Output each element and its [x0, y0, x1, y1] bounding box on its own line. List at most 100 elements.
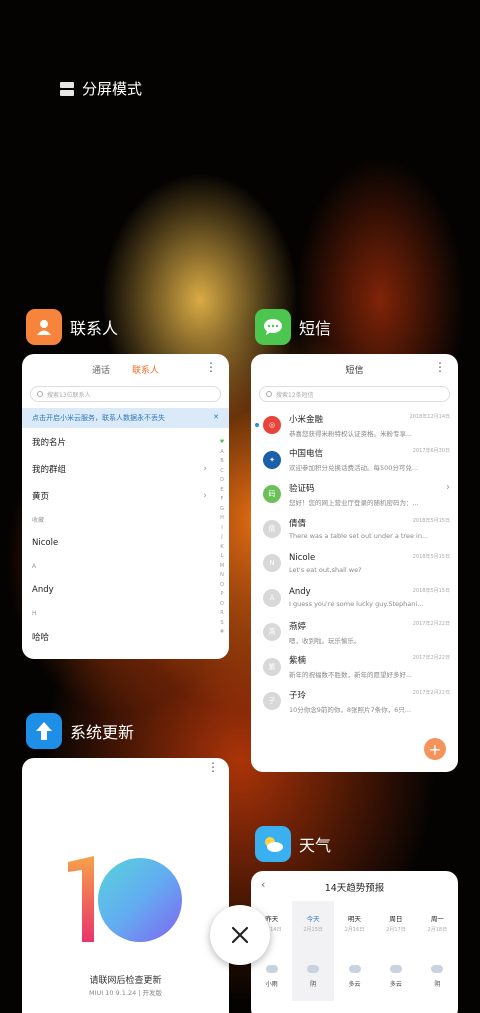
contacts-app-card[interactable]: 通话 联系人 ⋮ 搜索13位联系人 点击开启小米云服务，联系人数据永不丢失 ✕ … — [22, 354, 229, 659]
alphabet-letter[interactable]: B — [218, 457, 226, 467]
message-row[interactable]: 码验证码 › 您好！您的网上营业厅登录的随机密码为：... — [251, 477, 458, 512]
day-desc: 多云 — [348, 981, 361, 988]
forecast-day[interactable]: 周日 2月17日 多云 — [375, 901, 416, 1001]
alphabet-letter[interactable]: Q — [218, 600, 226, 610]
forecast-day[interactable]: 今天 2月15日阴 — [292, 901, 334, 1001]
message-date: 2018年5月15日 — [412, 588, 450, 595]
alphabet-letter[interactable]: J — [218, 533, 226, 543]
row-label: 收藏 — [32, 516, 45, 524]
avatar: 紫 — [263, 657, 281, 676]
alphabet-letter[interactable]: F — [218, 495, 226, 505]
more-menu-icon[interactable]: ⋮ — [207, 760, 219, 774]
contacts-app-icon — [26, 309, 62, 345]
sms-search-input[interactable]: 搜索12条短信 — [259, 386, 450, 402]
cloud-service-banner[interactable]: 点击开启小米云服务，联系人数据永不丢失 ✕ — [22, 408, 229, 428]
contact-row[interactable]: Nicole — [22, 529, 229, 556]
alphabet-letter[interactable]: R — [218, 609, 226, 619]
message-header: Andy 2018年5月15日 — [289, 587, 450, 597]
contact-row[interactable]: 哈哈 — [22, 623, 229, 650]
message-row[interactable]: A Andy 2018年5月15日 I guess you're some lucky… — [251, 581, 458, 616]
new-message-button[interactable]: + — [424, 738, 446, 760]
tab-calls[interactable]: 通话 — [92, 363, 110, 380]
contacts-search-input[interactable]: 搜索13位联系人 — [30, 386, 221, 402]
weather-icon — [348, 965, 361, 973]
alphabet-letter[interactable]: ♥ — [218, 438, 226, 448]
alphabet-letter[interactable]: I — [218, 524, 226, 534]
message-row[interactable]: 紫紫楠 2017年2月22日 新年的祝福数不胜数，新年的愿望好多好... — [251, 650, 458, 685]
alphabet-letter[interactable]: K — [218, 543, 226, 553]
forecast-day[interactable]: 周一 2月18日阴 — [417, 901, 458, 1001]
search-icon — [37, 391, 43, 397]
alphabet-letter[interactable]: N — [218, 571, 226, 581]
contacts-app-name: 联系人 — [70, 319, 119, 338]
sms-app-icon — [255, 309, 291, 345]
section-header: H — [22, 603, 229, 623]
day-name: 周日 — [389, 915, 403, 923]
clear-all-button[interactable] — [210, 905, 270, 965]
sender-name: 子玲 — [289, 690, 307, 701]
message-row[interactable]: ◎ 小米金融 2018年12月14日 恭喜您获得米粉特权认证资格。米粉专享... — [251, 408, 458, 443]
sender-name: 验证码 — [289, 483, 315, 494]
more-menu-icon[interactable]: ⋮ — [205, 360, 217, 374]
day-name: 周一 — [430, 915, 444, 923]
message-preview: 欢迎参加积分兑换话费活动。每500分可兑... — [289, 464, 419, 473]
alphabet-letter[interactable]: H — [218, 514, 226, 524]
contact-row[interactable]: Andy — [22, 576, 229, 603]
message-body: 倩倩 2018年5月15日 There was a table set out un… — [289, 517, 450, 540]
contact-row[interactable]: 我的名片 — [22, 428, 229, 455]
message-row[interactable]: 倩倩倩 2018年5月15日 There was a table set out u… — [251, 512, 458, 547]
contact-row[interactable]: 我的群组 › — [22, 455, 229, 482]
alphabet-letter[interactable]: E — [218, 486, 226, 496]
sms-title: 短信 — [345, 366, 364, 376]
message-body: 子玲 2017年2月22日 10分你念9前的你，8张照片7条你，6只... — [289, 689, 450, 714]
alphabet-letter[interactable]: C — [218, 467, 226, 477]
forecast-day[interactable]: 明天 2月16日 多云 — [334, 901, 375, 1001]
more-menu-icon[interactable]: ⋮ — [434, 360, 446, 374]
alphabet-letter[interactable]: P — [218, 590, 226, 600]
message-header: 紫楠 2017年2月22日 — [289, 654, 450, 666]
alphabet-letter[interactable]: O — [218, 581, 226, 591]
sender-name: 小米金融 — [289, 414, 324, 425]
message-row[interactable]: 子子玲 2017年2月22日 10分你念9前的你，8张照片7条你，6只... — [251, 684, 458, 719]
split-screen-label: 分屏模式 — [82, 80, 143, 98]
back-icon[interactable]: ‹ — [261, 878, 265, 891]
message-row[interactable]: 燕燕婷 2017年2月22日 嗯，收到啦。玩乐愉乐。 — [251, 615, 458, 650]
update-app-name: 系统更新 — [70, 723, 135, 742]
avatar: A — [263, 588, 281, 607]
alphabet-index[interactable]: ♥ A B C D E F G H I J K L M N O P Q R S # — [218, 438, 226, 638]
alphabet-letter[interactable]: G — [218, 505, 226, 515]
contact-row[interactable]: 黄页 › — [22, 482, 229, 509]
contacts-app-header: 联系人 — [26, 309, 118, 345]
sms-search-placeholder: 搜索12条短信 — [276, 391, 314, 399]
row-label: Nicole — [32, 537, 59, 548]
update-app-card[interactable]: ⋮ 请联网后检查更新 MIUI 10 9.1.24 | 开发版 — [22, 758, 229, 1013]
message-date: 2017年2月22日 — [412, 655, 450, 662]
day-desc: 阴 — [434, 981, 441, 988]
section-header: 收藏 — [22, 509, 229, 529]
tab-contacts[interactable]: 联系人 — [132, 363, 159, 380]
weather-icon — [307, 965, 320, 973]
message-body: Nicole 2018年5月15日 Let's eat out,shall we? — [289, 553, 450, 574]
alphabet-letter[interactable]: L — [218, 552, 226, 562]
message-header: 小米金融 2018年12月14日 — [289, 413, 450, 425]
update-app-header: 系统更新 — [26, 713, 134, 749]
row-label: H — [32, 609, 37, 617]
message-row[interactable]: N Nicole 2018年5月15日 Let's eat out,shall we? — [251, 546, 458, 581]
avatar: N — [263, 554, 281, 573]
sms-app-card[interactable]: 短信 ⋮ 搜索12条短信 ◎ 小米金融 2018年12月14日 恭喜您获得米粉特权认证… — [251, 354, 458, 772]
alphabet-letter[interactable]: S — [218, 619, 226, 629]
close-icon[interactable]: ✕ — [213, 413, 219, 423]
avatar: ◎ — [263, 416, 281, 435]
split-screen-button[interactable]: 分屏模式 — [60, 78, 142, 99]
message-header: Nicole 2018年5月15日 — [289, 553, 450, 563]
message-body: Andy 2018年5月15日 I guess you're some lucky … — [289, 587, 450, 608]
weather-icon — [265, 965, 278, 973]
alphabet-letter[interactable]: D — [218, 476, 226, 486]
sender-name: 倩倩 — [289, 519, 307, 530]
alphabet-letter[interactable]: # — [218, 628, 226, 638]
weather-app-card[interactable]: ‹ 14天趋势预报 昨天 2月14日 小雨 今天 2月15日阴明天 2月16日 多云 周日 2月… — [251, 871, 458, 1013]
message-row[interactable]: ✦ 中国电信 2017年6月30日 欢迎参加积分兑换话费活动。每500分可兑... — [251, 443, 458, 478]
alphabet-letter[interactable]: A — [218, 448, 226, 458]
alphabet-letter[interactable]: M — [218, 562, 226, 572]
chevron-right-icon: › — [446, 481, 450, 493]
